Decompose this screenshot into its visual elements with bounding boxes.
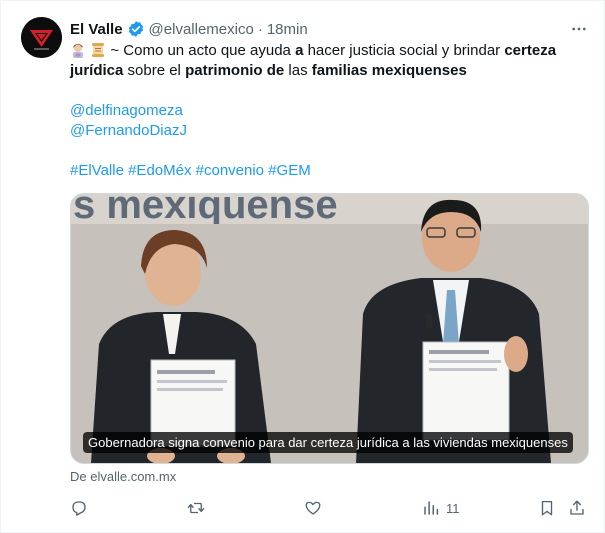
views-chart-icon xyxy=(424,501,439,515)
mention-link[interactable]: @delfinagomeza xyxy=(70,102,183,119)
author-handle[interactable]: @elvallemexico xyxy=(149,21,254,38)
author-name[interactable]: El Valle xyxy=(70,21,123,38)
like-button[interactable] xyxy=(304,497,322,519)
tweet-card[interactable]: El Valle @elvallemexico · 18min ~ Como u… xyxy=(0,0,605,533)
retweet-button[interactable] xyxy=(187,497,205,519)
tweet-text: ~ Como un acto que ayuda a hacer justici… xyxy=(70,41,585,181)
text-segment: ~ Como un acto que ayuda xyxy=(110,42,296,59)
hashtag-link[interactable]: #ElValle xyxy=(70,162,124,179)
tweet-header: El Valle @elvallemexico · 18min xyxy=(70,18,308,40)
share-icon xyxy=(570,500,584,515)
separator-dot: · xyxy=(257,20,263,38)
reply-icon xyxy=(72,501,86,516)
tweet-time[interactable]: 18min xyxy=(267,21,308,38)
text-segment-bold: familias mexiquenses xyxy=(311,62,467,79)
more-options-icon[interactable] xyxy=(569,19,589,39)
bookmark-icon xyxy=(541,500,553,516)
banner-text: s mexiquense xyxy=(73,194,338,227)
views-button[interactable]: 11 xyxy=(422,497,460,519)
el-valle-logo xyxy=(21,17,62,58)
hashtag-link[interactable]: #convenio xyxy=(196,162,264,179)
scroll-emoji xyxy=(92,43,105,57)
text-segment-bold: patrimonio de xyxy=(185,62,285,79)
text-segment: sobre el xyxy=(123,62,186,79)
card-domain[interactable]: De elvalle.com.mx xyxy=(70,469,176,484)
woman-technologist-emoji xyxy=(73,44,83,58)
views-count: 11 xyxy=(446,500,460,516)
verified-badge-icon xyxy=(128,21,143,37)
avatar[interactable] xyxy=(21,17,62,58)
action-bar: 11 xyxy=(70,497,590,519)
text-segment: hacer justicia social y brindar xyxy=(303,42,505,59)
card-caption: Gobernadora signa convenio para dar cert… xyxy=(83,432,573,453)
share-button[interactable] xyxy=(568,497,586,519)
retweet-icon xyxy=(187,502,205,514)
article-photo: s mexiquense xyxy=(71,194,588,463)
bookmark-button[interactable] xyxy=(538,497,556,519)
hashtag-link[interactable]: #EdoMéx xyxy=(128,162,191,179)
link-card[interactable]: s mexiquense Gobernadora signa convenio … xyxy=(70,193,589,464)
hashtag-link[interactable]: #GEM xyxy=(268,162,311,179)
text-segment: las xyxy=(284,62,312,79)
reply-button[interactable] xyxy=(70,497,88,519)
mention-link[interactable]: @FernandoDiazJ xyxy=(70,122,187,139)
tweet-body: ~ Como un acto que ayuda a hacer justici… xyxy=(70,41,585,81)
heart-icon xyxy=(305,501,321,515)
